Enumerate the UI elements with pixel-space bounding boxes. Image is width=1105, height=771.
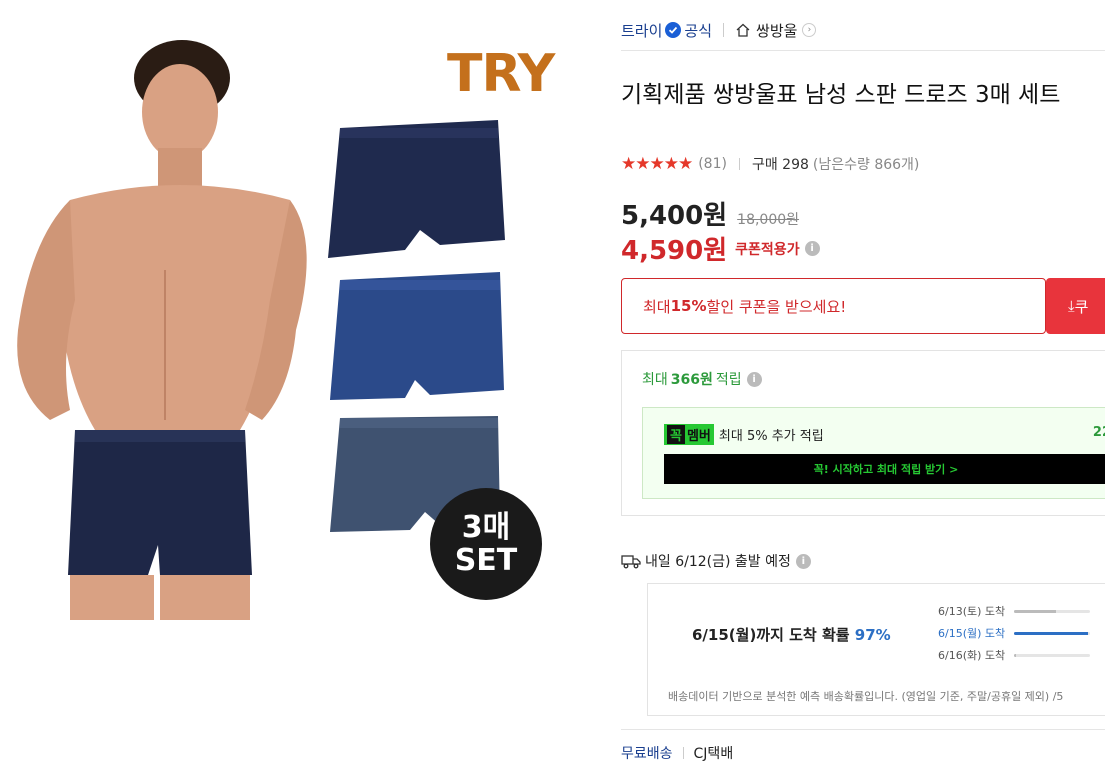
membership-badge-ggok: 꼭 [667, 425, 685, 444]
product-title: 기획제품 쌍방울표 남성 스판 드로즈 3매 세트 [621, 82, 1061, 108]
truck-icon [621, 555, 641, 569]
purchase-count: 구매 298 [751, 157, 809, 173]
membership-cta-button[interactable]: 꼭! 시작하고 최대 적립 받기 > [664, 454, 1105, 484]
points-line: 최대 366원 적립 i [642, 369, 762, 389]
coupon-price-label: 쿠폰적용가 [735, 241, 800, 258]
remaining-quantity: (남은수량 866개) [812, 157, 920, 173]
divider [723, 23, 725, 37]
star-rating[interactable]: ★★★★★ [621, 154, 693, 174]
coupon-banner[interactable]: 최대 15% 할인 쿠폰을 받으세요! [621, 278, 1046, 334]
product-image[interactable]: TRY 3매 SET [0, 0, 600, 640]
membership-box: 꼭 멤버 최대 5% 추가 적립 22 꼭! 시작하고 최대 적립 받기 > [642, 407, 1105, 499]
chevron-right-icon[interactable]: › [802, 23, 817, 37]
price-row: 5,400원 18,000원 [621, 195, 799, 232]
model-figure [17, 40, 307, 620]
set-badge-text: SET [454, 543, 518, 578]
arrival-item: 6/16(화) 도착 [938, 644, 1091, 666]
download-icon: ⤓ [1068, 297, 1075, 315]
set-badge-count: 3매 [461, 510, 511, 545]
info-icon[interactable]: i [795, 553, 811, 569]
arrival-bar [1014, 609, 1091, 613]
points-amount: 366원 [670, 372, 713, 388]
product-info-panel: 트라이 공식 쌍방울 › 기획제품 쌍방울표 남성 스판 드로즈 3매 세트 ★… [621, 0, 1105, 771]
arrival-summary: 6/15(월)까지 도착 확률 97% [692, 624, 891, 645]
boxer-blue [330, 272, 504, 400]
arrival-bar-fill [1014, 631, 1088, 635]
store-link[interactable]: 쌍방울 [756, 20, 797, 41]
set-badge: 3매 SET [430, 488, 542, 600]
points-section: 최대 366원 적립 i 꼭 멤버 최대 5% 추가 적립 22 꼭! 시작하고… [621, 350, 1105, 516]
divider [738, 158, 740, 170]
arrival-probability-box: 6/15(월)까지 도착 확률 97% 6/13(토) 도착 6/15(월) 도… [647, 583, 1105, 716]
coupon-price: 4,590원 [621, 236, 728, 266]
arrival-item-label: 6/13(토) 도착 [938, 605, 1006, 618]
arrival-note: 배송데이터 기반으로 분석한 예측 배송확률입니다. (영업일 기준, 주말/공… [668, 690, 1064, 703]
coupon-button-label: 쿠 [1074, 297, 1089, 316]
sale-price: 5,400원 [621, 201, 728, 231]
arrival-bar-fill [1014, 609, 1056, 613]
arrival-bar-fill [1014, 653, 1016, 657]
arrival-percent: 97% [854, 626, 891, 644]
brand-logo: TRY [447, 44, 555, 104]
membership-amount: 22 [1092, 425, 1105, 440]
brand-link[interactable]: 트라이 [621, 20, 662, 41]
brand-row: 트라이 공식 쌍방울 › [621, 18, 817, 42]
official-label: 공식 [684, 21, 713, 40]
points-suffix: 적립 [715, 372, 742, 388]
membership-text: 최대 5% 추가 적립 [718, 429, 824, 444]
divider [621, 50, 1105, 51]
free-shipping-label: 무료배송 [621, 746, 673, 762]
arrival-bar [1014, 653, 1091, 657]
coupon-price-row: 4,590원 쿠폰적용가 i [621, 230, 820, 267]
membership-badge: 꼭 멤버 [664, 424, 714, 445]
membership-badge-member: 멤버 [686, 429, 711, 444]
rating-row: ★★★★★ (81) 구매 298 (남은수량 866개) [621, 154, 919, 174]
boxer-navy [328, 120, 505, 258]
arrival-item: 6/13(토) 도착 [938, 600, 1091, 622]
home-icon [736, 23, 750, 37]
arrival-item-label: 6/16(화) 도착 [938, 649, 1006, 662]
divider [682, 747, 684, 759]
review-count[interactable]: (81) [698, 156, 727, 172]
info-icon[interactable]: i [746, 371, 762, 387]
arrival-bar [1014, 631, 1091, 635]
info-icon[interactable]: i [804, 241, 820, 256]
coupon-suffix: 할인 쿠폰을 받으세요! [706, 297, 847, 316]
shipping-row: 내일 6/12(금) 출발 예정 i [621, 551, 811, 571]
arrival-list: 6/13(토) 도착 6/15(월) 도착 6/16(화) 도착 [938, 600, 1091, 666]
departure-text: 내일 6/12(금) 출발 예정 [645, 554, 791, 570]
delivery-row: 무료배송 CJ택배 [621, 743, 733, 763]
points-prefix: 최대 [642, 372, 668, 388]
arrival-summary-text: 6/15(월)까지 도착 확률 [692, 626, 855, 644]
carrier-name: CJ택배 [693, 746, 734, 762]
coupon-percent: 15% [670, 297, 707, 315]
coupon-download-button[interactable]: ⤓ 쿠 [1046, 278, 1105, 334]
coupon-prefix: 최대 [643, 297, 671, 316]
arrival-item-label: 6/15(월) 도착 [938, 627, 1006, 640]
membership-row: 꼭 멤버 최대 5% 추가 적립 [664, 424, 824, 445]
arrival-item: 6/15(월) 도착 [938, 622, 1091, 644]
original-price: 18,000원 [737, 212, 800, 228]
verified-badge-icon [665, 22, 682, 38]
divider [621, 729, 1105, 730]
